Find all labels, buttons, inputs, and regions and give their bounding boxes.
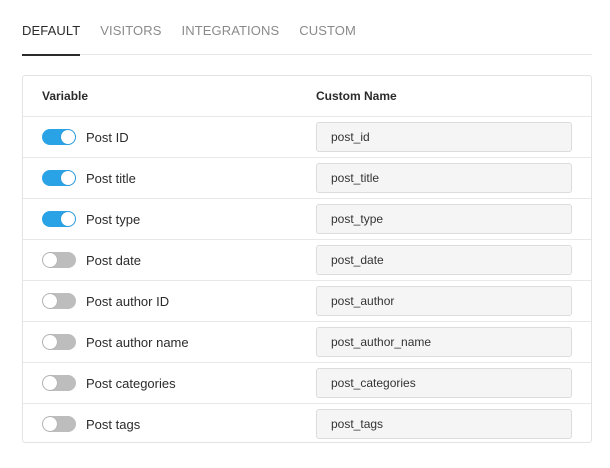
variable-label: Post date [86, 252, 141, 268]
tab-integrations[interactable]: INTEGRATIONS [182, 0, 280, 55]
custom-name-cell [316, 204, 572, 234]
post-id-custom-name-input[interactable] [316, 122, 572, 152]
custom-name-column-header: Custom Name [316, 89, 397, 103]
toggle-knob [43, 253, 57, 267]
custom-name-cell [316, 286, 572, 316]
post-id-toggle[interactable] [42, 129, 76, 145]
post-type-custom-name-input[interactable] [316, 204, 572, 234]
tab-default[interactable]: DEFAULT [22, 0, 81, 56]
toggle-knob [43, 294, 57, 308]
post-author-id-toggle[interactable] [42, 293, 76, 309]
post-tags-toggle[interactable] [42, 416, 76, 432]
variable-cell: Post author name [42, 334, 189, 350]
post-title-toggle[interactable] [42, 170, 76, 186]
table-row: Post author ID [23, 280, 591, 321]
variable-label: Post ID [86, 129, 129, 145]
variable-cell: Post type [42, 211, 140, 227]
post-title-custom-name-input[interactable] [316, 163, 572, 193]
post-author-name-toggle[interactable] [42, 334, 76, 350]
toggle-knob [43, 376, 57, 390]
variable-label: Post author name [86, 334, 189, 350]
toggle-knob [61, 171, 75, 185]
variable-label: Post type [86, 211, 141, 227]
tab-bar: DEFAULT VISITORS INTEGRATIONS CUSTOM [22, 0, 592, 56]
variable-cell: Post title [42, 170, 136, 186]
variable-label: Post author ID [86, 293, 170, 309]
custom-name-cell [316, 163, 572, 193]
post-categories-custom-name-input[interactable] [316, 368, 572, 398]
tab-custom[interactable]: CUSTOM [299, 0, 356, 55]
custom-name-cell [316, 409, 572, 439]
post-categories-toggle[interactable] [42, 375, 76, 391]
variable-column-header: Variable [42, 89, 89, 103]
table-row: Post tags [23, 403, 591, 444]
toggle-knob [43, 417, 57, 431]
toggle-knob [61, 130, 75, 144]
post-date-custom-name-input[interactable] [316, 245, 572, 275]
post-tags-custom-name-input[interactable] [316, 409, 572, 439]
variable-label: Post categories [86, 375, 176, 391]
toggle-knob [61, 212, 75, 226]
variables-table: Variable Custom Name Post ID Post title … [22, 75, 592, 443]
table-row: Post ID [23, 116, 591, 157]
custom-name-cell [316, 122, 572, 152]
table-row: Post type [23, 198, 591, 239]
table-row: Post author name [23, 321, 591, 362]
toggle-knob [43, 335, 57, 349]
post-type-toggle[interactable] [42, 211, 76, 227]
table-header: Variable Custom Name [23, 76, 591, 116]
post-date-toggle[interactable] [42, 252, 76, 268]
table-row: Post title [23, 157, 591, 198]
table-row: Post date [23, 239, 591, 280]
custom-name-cell [316, 245, 572, 275]
variable-label: Post tags [86, 416, 141, 432]
variable-cell: Post author ID [42, 293, 169, 309]
variable-cell: Post categories [42, 375, 176, 391]
variable-cell: Post date [42, 252, 141, 268]
table-row: Post categories [23, 362, 591, 403]
custom-name-cell [316, 368, 572, 398]
variable-cell: Post tags [42, 416, 140, 432]
post-author-name-custom-name-input[interactable] [316, 327, 572, 357]
variable-label: Post title [86, 170, 136, 186]
custom-name-cell [316, 327, 572, 357]
post-author-id-custom-name-input[interactable] [316, 286, 572, 316]
tab-visitors[interactable]: VISITORS [100, 0, 161, 55]
variable-cell: Post ID [42, 129, 129, 145]
